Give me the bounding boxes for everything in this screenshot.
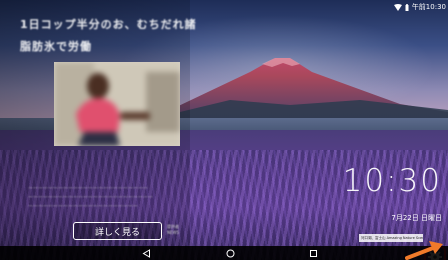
home-button[interactable]: [220, 246, 240, 260]
home-icon: [226, 249, 234, 257]
back-icon: [142, 248, 150, 258]
summary-line: ーーーーーーーーーーーーーーーーーーーーーー: [28, 204, 139, 210]
status-bar: 午前10:30: [328, 0, 448, 14]
summary-line: ーーーーーーーーーーーーーーーーーーーーーーーーー: [28, 195, 154, 201]
recents-button[interactable]: [303, 246, 323, 260]
source-line: NEWS: [167, 230, 180, 235]
navigation-bar: [0, 246, 448, 260]
headline-line-1: 1日コップ半分のお、むちだれ諸: [20, 18, 197, 31]
news-source: 提供者 NEWS: [167, 224, 179, 236]
read-more-button[interactable]: 詳しく見る: [73, 222, 162, 240]
status-time: 午前10:30: [411, 3, 446, 11]
pointer-arrow: [405, 241, 443, 260]
screensaver-screen: 午前10:30 1日コップ半分のお、むちだれ諸 脂肪氷で労働 ーーーーーーーーー…: [0, 0, 448, 260]
news-summary: ーーーーーーーーーーーーーーーーーーーーーーーー ーーーーーーーーーーーーーーー…: [28, 185, 203, 212]
clock-date: 7月22日 日曜日: [391, 214, 442, 222]
headline-line-2: 脂肪氷で労働: [20, 40, 92, 53]
thumbnail-image: [54, 62, 180, 146]
battery-icon: [405, 3, 409, 11]
news-headline[interactable]: 1日コップ半分のお、むちだれ諸 脂肪氷で労働: [20, 14, 220, 58]
news-thumbnail[interactable]: [54, 62, 180, 146]
recents-icon: [309, 249, 317, 257]
back-button[interactable]: [136, 246, 156, 260]
wifi-icon: [393, 3, 402, 11]
clock-time: 10:30: [342, 163, 442, 199]
summary-line: ーーーーーーーーーーーーーーーーーーーーーーーー: [28, 186, 149, 192]
